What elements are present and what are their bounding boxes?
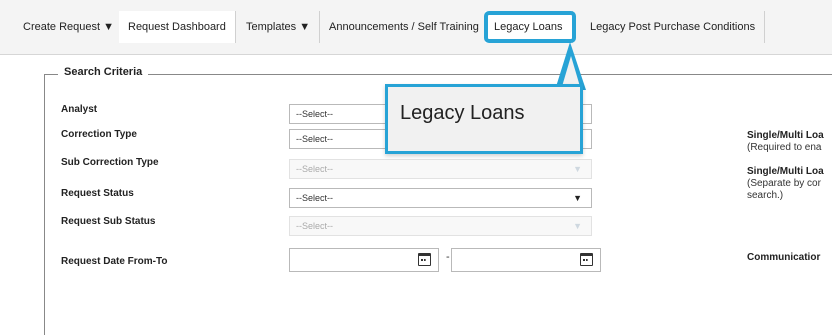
request-date-to-input[interactable] <box>451 248 601 272</box>
nav-announcements[interactable]: Announcements / Self Training <box>320 11 489 43</box>
request-status-label: Request Status <box>61 188 134 199</box>
request-date-from-input[interactable] <box>289 248 439 272</box>
request-status-select-value: --Select-- <box>296 193 334 203</box>
analyst-select-value: --Select-- <box>296 109 334 119</box>
chevron-down-icon: ▼ <box>573 193 582 203</box>
chevron-down-icon: ▼ <box>573 164 582 174</box>
correction-type-select-value: --Select-- <box>296 134 334 144</box>
nav-legacy-post-purchase-conditions[interactable]: Legacy Post Purchase Conditions <box>581 11 766 43</box>
nav-legacy-loans[interactable]: Legacy Loans <box>485 11 573 43</box>
top-navbar: Create Request ▼ Request Dashboard Templ… <box>0 0 832 55</box>
sub-correction-type-label: Sub Correction Type <box>61 157 159 168</box>
nav-request-dashboard[interactable]: Request Dashboard <box>119 11 236 43</box>
sub-correction-type-select[interactable]: --Select-- ▼ <box>289 159 592 179</box>
callout-text: Legacy Loans <box>400 102 525 124</box>
chevron-down-icon: ▼ <box>573 221 582 231</box>
search-criteria-legend: Search Criteria <box>58 66 149 78</box>
sub-correction-type-select-value: --Select-- <box>296 164 334 174</box>
request-sub-status-select[interactable]: --Select-- ▼ <box>289 216 592 236</box>
single-multi-loan-label: Single/Multi Loa <box>747 130 824 141</box>
legacy-loans-callout: Legacy Loans <box>385 84 583 154</box>
request-sub-status-label: Request Sub Status <box>61 216 156 227</box>
date-range-separator: - <box>446 251 450 263</box>
request-sub-status-select-value: --Select-- <box>296 221 334 231</box>
calendar-icon[interactable] <box>418 253 431 266</box>
single-multi-loan-note-2b: search.) <box>747 190 784 201</box>
calendar-icon[interactable] <box>580 253 593 266</box>
communication-label: Communicatior <box>747 252 821 263</box>
callout-pointer <box>555 42 586 90</box>
single-multi-loan-note-2a: (Separate by cor <box>747 178 821 189</box>
request-status-select[interactable]: --Select-- ▼ <box>289 188 592 208</box>
single-multi-loan-label-2: Single/Multi Loa <box>747 166 824 177</box>
correction-type-label: Correction Type <box>61 129 137 140</box>
nav-templates[interactable]: Templates ▼ <box>237 11 321 43</box>
nav-create-request[interactable]: Create Request ▼ <box>14 11 124 43</box>
request-date-label: Request Date From-To <box>61 256 168 267</box>
single-multi-loan-note: (Required to ena <box>747 142 822 153</box>
analyst-label: Analyst <box>61 104 98 115</box>
